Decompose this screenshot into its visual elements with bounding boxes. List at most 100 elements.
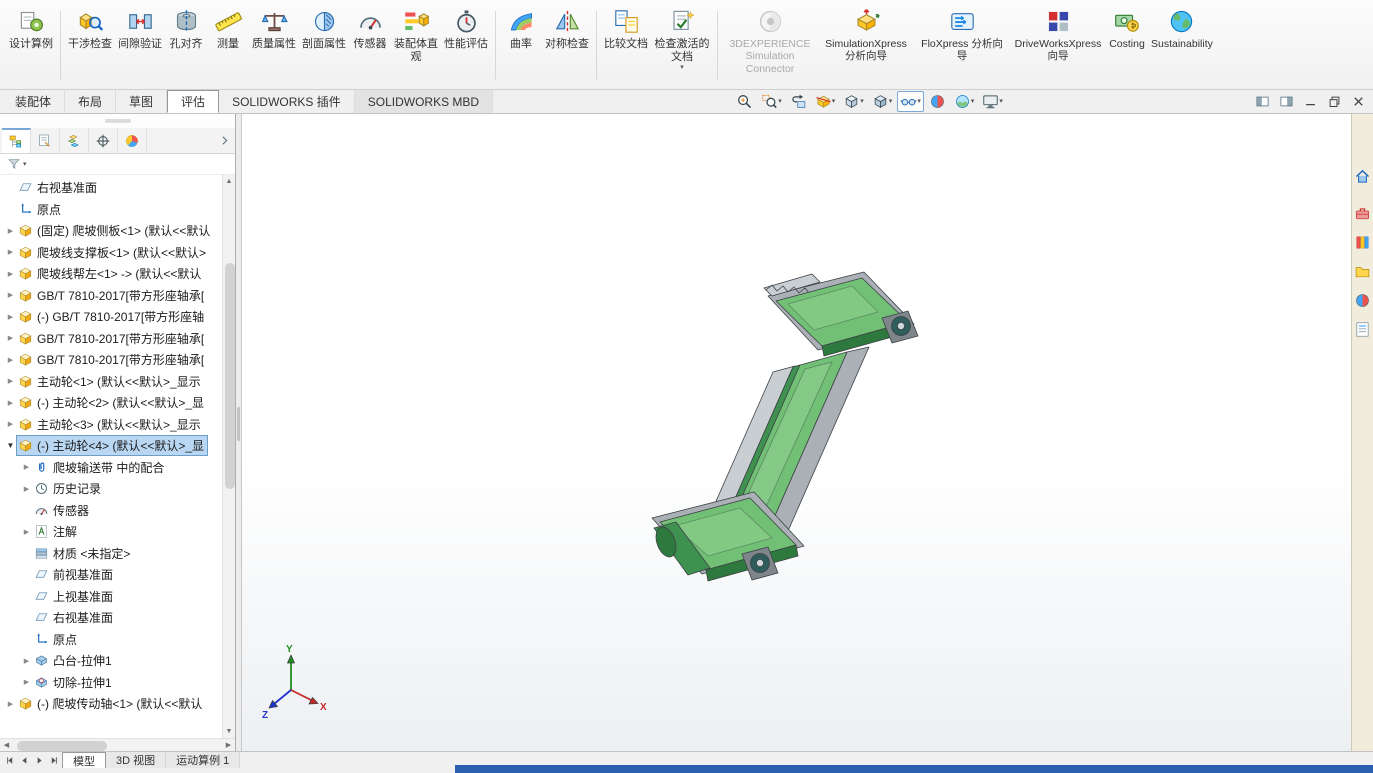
tree-item[interactable]: 材质 <未指定> [0,543,220,565]
tab-solidworks-addins[interactable]: SOLIDWORKS 插件 [219,90,355,113]
tree-item[interactable]: ▶ GB/T 7810-2017[带方形座轴承[ [0,285,220,307]
configurationmanager-tab[interactable] [60,128,89,153]
ribbon-button-assembly-visualization[interactable]: 装配体直观 [391,3,441,88]
go-next-button[interactable] [32,755,47,766]
tab-sketch[interactable]: 草图 [116,90,168,113]
ribbon-button-interference-detection[interactable]: 干涉检查 [65,3,115,88]
tree-item-content[interactable]: 原点 [17,200,64,219]
panel-tabs-overflow[interactable] [213,128,235,153]
ribbon-button-floxpress[interactable]: FloXpress 分析向导 [914,3,1010,88]
scroll-right-icon[interactable]: ▶ [222,739,235,752]
tab-evaluate[interactable]: 评估 [167,90,220,113]
ribbon-button-compare-documents[interactable]: 比较文档 [601,3,651,88]
ribbon-button-sustainability[interactable]: Sustainability [1148,3,1216,88]
scroll-up-icon[interactable]: ▲ [223,175,236,188]
tree-item-content[interactable]: 材质 <未指定> [33,544,133,563]
hscroll-track[interactable] [13,739,222,751]
expand-arrow-icon[interactable]: ▶ [4,377,17,385]
tree-item[interactable]: ▶ (固定) 爬坡侧板<1> (默认<<默认 [0,220,220,242]
scroll-down-icon[interactable]: ▼ [223,725,236,738]
tree-item-content[interactable]: 爬坡线支撑板<1> (默认<<默认> [17,243,209,262]
tree-item-content[interactable]: 切除-拉伸1 [33,673,115,692]
tree-item-content[interactable]: 爬坡线帮左<1> -> (默认<<默认 [17,264,204,283]
go-prev-button[interactable] [17,755,32,766]
ribbon-button-sensor[interactable]: 传感器 [349,3,391,88]
expand-arrow-icon[interactable]: ▶ [4,356,17,364]
tree-item[interactable]: 前视基准面 [0,564,220,586]
expand-arrow-icon[interactable]: ▶ [4,399,17,407]
propertymanager-tab[interactable] [31,128,60,153]
tree-item-content[interactable]: 前视基准面 [33,565,116,584]
tree-item-content[interactable]: 右视基准面 [33,608,116,627]
tree-item[interactable]: 右视基准面 [0,607,220,629]
apply-scene-button[interactable]: ▾ [951,91,978,112]
dock-right-button[interactable] [1278,93,1295,110]
tree-item[interactable]: ▶ (-) GB/T 7810-2017[带方形座轴 [0,306,220,328]
tree-item[interactable]: 原点 [0,629,220,651]
display-style-button[interactable]: ▾ [869,91,896,112]
tree-item[interactable]: ▶ 主动轮<1> (默认<<默认>_显示 [0,371,220,393]
tree-item-content[interactable]: 凸台-拉伸1 [33,651,115,670]
tree-item[interactable]: 上视基准面 [0,586,220,608]
tree-item[interactable]: 右视基准面 [0,177,220,199]
minimize-button[interactable] [1302,93,1319,110]
tree-item[interactable]: ▶ 主动轮<3> (默认<<默认>_显示 [0,414,220,436]
ribbon-button-simulationxpress[interactable]: SimulationXpress 分析向导 [818,3,914,88]
tree-item[interactable]: 原点 [0,199,220,221]
solidworks-resources-button[interactable] [1353,203,1373,223]
graphics-viewport[interactable]: Y X Z [242,114,1351,751]
go-start-button[interactable] [2,755,17,766]
appearances-button[interactable] [1353,290,1373,310]
tree-item-content[interactable]: 历史记录 [33,479,104,498]
tree-item-content[interactable]: 主动轮<3> (默认<<默认>_显示 [17,415,204,434]
tree-item[interactable]: ▶ 历史记录 [0,478,220,500]
tree-item[interactable]: ▶ 爬坡线帮左<1> -> (默认<<默认 [0,263,220,285]
ribbon-button-mass-properties[interactable]: 质量属性 [249,3,299,88]
tree-item-content[interactable]: 传感器 [33,501,92,520]
expand-arrow-icon[interactable]: ▶ [4,420,17,428]
dimxpertmanager-tab[interactable] [89,128,118,153]
ribbon-button-design-study[interactable]: 设计算例 [6,3,56,88]
tree-item[interactable]: ▶ GB/T 7810-2017[带方形座轴承[ [0,328,220,350]
tree-item-content[interactable]: 右视基准面 [17,178,100,197]
tab-solidworks-mbd[interactable]: SOLIDWORKS MBD [354,90,494,113]
tree-filter-button[interactable]: ▾ [4,156,30,172]
tree-item-content[interactable]: (固定) 爬坡侧板<1> (默认<<默认 [17,221,213,240]
view-settings-button[interactable]: ▾ [979,91,1006,112]
dock-left-button[interactable] [1254,93,1271,110]
tree-item-content[interactable]: (-) 爬坡传动轴<1> (默认<<默认 [17,694,205,713]
featuremanager-tab[interactable] [2,128,31,153]
tree-item[interactable]: ▶ GB/T 7810-2017[带方形座轴承[ [0,349,220,371]
section-view-button[interactable]: ▾ [812,91,839,112]
restore-button[interactable] [1326,93,1343,110]
expand-arrow-icon[interactable]: ▶ [20,678,33,686]
tree-item-content[interactable]: 上视基准面 [33,587,116,606]
ribbon-button-performance-evaluation[interactable]: 性能评估 [441,3,491,88]
edit-appearance-button[interactable] [926,91,949,112]
ribbon-button-clearance-verification[interactable]: 间隙验证 [115,3,165,88]
go-end-button[interactable] [47,755,62,766]
displaymanager-tab[interactable] [118,128,147,153]
tree-item[interactable]: 传感器 [0,500,220,522]
ribbon-button-driveworksxpress[interactable]: DriveWorksXpress 向导 [1010,3,1106,88]
scroll-left-icon[interactable]: ◀ [0,739,13,752]
tree-item[interactable]: ▶ 注解 [0,521,220,543]
tree-item-content[interactable]: 原点 [33,630,80,649]
tree-item-content[interactable]: 主动轮<1> (默认<<默认>_显示 [17,372,204,391]
expand-arrow-icon[interactable]: ▶ [4,291,17,299]
hide-show-items-button[interactable]: ▾ [897,91,924,112]
ribbon-button-symmetry-check[interactable]: 对称检查 [542,3,592,88]
tree-horizontal-scrollbar[interactable]: ◀ ▶ [0,738,235,751]
tree-item-content[interactable]: (-) GB/T 7810-2017[带方形座轴 [17,307,207,326]
tree-item-content[interactable]: GB/T 7810-2017[带方形座轴承[ [17,350,207,369]
tree-item-content[interactable]: (-) 主动轮<2> (默认<<默认>_显 [17,393,207,412]
ribbon-button-costing[interactable]: Costing [1106,3,1148,88]
expand-arrow-icon[interactable]: ▶ [4,227,17,235]
tree-item[interactable]: ▶ 凸台-拉伸1 [0,650,220,672]
tree-vertical-scrollbar[interactable]: ▲ ▼ [222,175,235,738]
vscroll-thumb[interactable] [224,263,235,489]
ribbon-button-curvature[interactable]: 曲率 [500,3,542,88]
previous-view-button[interactable] [787,91,810,112]
design-library-button[interactable] [1353,232,1373,252]
expand-arrow-icon[interactable]: ▶ [4,700,17,708]
